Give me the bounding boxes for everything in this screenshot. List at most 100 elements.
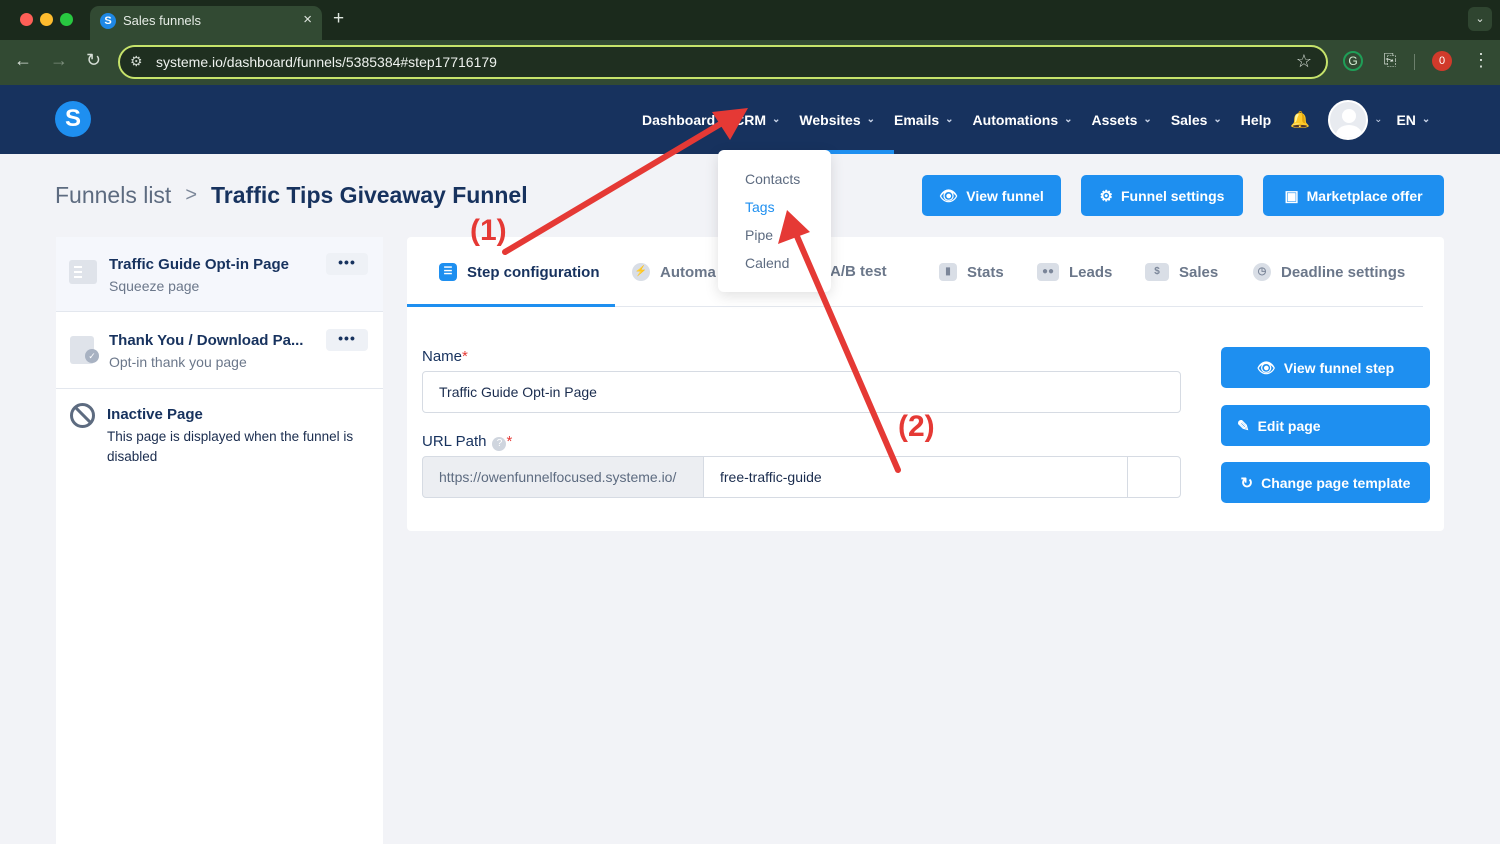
tab-label: A/B test [830, 263, 887, 280]
maximize-window-button[interactable] [60, 13, 73, 26]
new-tab-button[interactable]: + [333, 8, 344, 30]
eye-icon: 👁 [939, 187, 959, 205]
url-text[interactable]: systeme.io/dashboard/funnels/5385384#ste… [156, 54, 497, 70]
back-arrow-icon[interactable]: ← [14, 50, 32, 71]
nav-assets[interactable]: Assets ⌄ [1092, 112, 1152, 128]
tab-search-chevron-icon[interactable]: ⌄ [1468, 7, 1492, 31]
nav-help-label: Help [1240, 111, 1272, 128]
menu-item-tags[interactable]: Tags [745, 199, 775, 215]
nav-emails[interactable]: Emails ⌄ [894, 112, 954, 128]
sidebar-item-subtitle-2: disabled [107, 449, 158, 464]
marketplace-offer-button[interactable]: ▣ Marketplace offer [1263, 175, 1444, 216]
dollar-icon: $ [1145, 263, 1169, 281]
systeme-logo[interactable]: S [55, 101, 91, 137]
funnel-settings-button[interactable]: ⚙ Funnel settings [1081, 175, 1243, 216]
name-label: Name* [422, 348, 468, 365]
avatar[interactable] [1328, 99, 1369, 140]
url-prefix: https://owenfunnelfocused.systeme.io/ [422, 456, 704, 498]
more-options-button[interactable]: ••• [326, 253, 368, 275]
tab-label: Leads [1069, 263, 1113, 281]
users-icon: ●● [1037, 263, 1059, 281]
tab-label: Automa [660, 263, 716, 281]
page-title: Traffic Tips Giveaway Funnel [211, 182, 528, 208]
app-header: S Dashboard CRM ⌄ Websites ⌄ Emails ⌄ Autom… [0, 85, 1500, 154]
edit-page-label: Edit page [1257, 417, 1321, 434]
tab-label: Deadline settings [1281, 263, 1406, 281]
sidebar-item-thank-you-page[interactable]: ✓ Thank You / Download Pa... Opt-in than… [56, 312, 383, 388]
nav-websites[interactable]: Websites ⌄ [799, 112, 875, 128]
tab-automation[interactable]: ⚡ Automa [632, 263, 716, 281]
tab-stats[interactable]: ▮ Stats [939, 263, 1004, 281]
browser-tab[interactable]: S Sales funnels × [90, 6, 322, 40]
close-window-button[interactable] [20, 13, 33, 26]
tab-ab-test[interactable]: A/B test [830, 263, 887, 280]
check-badge-icon: ✓ [85, 349, 99, 363]
sidebar-item-subtitle: This page is displayed when the funnel i… [107, 429, 354, 444]
url-path-input[interactable]: free-traffic-guide [703, 456, 1128, 498]
nav-assets-label: Assets [1091, 111, 1138, 128]
sidebar-item-opt-in-page[interactable]: Traffic Guide Opt-in Page Squeeze page •… [56, 237, 383, 311]
chevron-down-icon: ⌄ [1064, 114, 1073, 125]
clock-icon: ◷ [1253, 263, 1271, 281]
nav-crm[interactable]: CRM ⌄ [734, 112, 780, 128]
address-bar[interactable]: ⚙ systeme.io/dashboard/funnels/5385384#s… [118, 45, 1328, 79]
nav-sales[interactable]: Sales ⌄ [1171, 112, 1222, 128]
site-info-icon[interactable]: ⚙ [130, 53, 143, 70]
chevron-down-icon: ⌄ [1143, 114, 1152, 125]
grammarly-extension-icon[interactable]: G [1343, 51, 1363, 71]
tab-leads[interactable]: ●● Leads [1037, 263, 1112, 281]
tag-icon: ▣ [1284, 187, 1299, 205]
lightning-icon: ⚡ [632, 263, 650, 281]
url-path-label-text: URL Path [422, 433, 487, 450]
sidebar-item-inactive-page[interactable]: Inactive Page This page is displayed whe… [56, 389, 383, 479]
sidebar-item-subtitle: Squeeze page [109, 278, 200, 294]
menu-item-pipelines[interactable]: Pipe [745, 227, 773, 243]
close-tab-icon[interactable]: × [303, 11, 312, 28]
chevron-down-icon: ⌄ [1213, 114, 1222, 125]
nav-emails-label: Emails [894, 111, 940, 128]
minimize-window-button[interactable] [40, 13, 53, 26]
browser-tab-title: Sales funnels [123, 13, 202, 28]
reload-icon[interactable]: ↻ [86, 50, 101, 71]
notifications-bell-icon[interactable]: 🔔 [1290, 110, 1310, 130]
extensions-puzzle-icon[interactable]: ⎘ [1380, 51, 1400, 71]
browser-toolbar: ← → ↻ ⚙ systeme.io/dashboard/funnels/538… [0, 40, 1500, 85]
step-config-card: ☰ Step configuration ⚡ Automa A/B test ▮ St… [407, 237, 1444, 531]
nav-help[interactable]: Help [1241, 112, 1271, 128]
nav-crm-label: CRM [734, 111, 767, 128]
view-funnel-button[interactable]: 👁 View funnel [922, 175, 1061, 216]
name-input[interactable]: Traffic Guide Opt-in Page [422, 371, 1181, 413]
nav-dashboard[interactable]: Dashboard [642, 112, 715, 128]
sidebar-item-subtitle: Opt-in thank you page [109, 354, 247, 370]
change-page-template-button[interactable]: ↻ Change page template [1221, 462, 1430, 503]
nav-automations[interactable]: Automations ⌄ [973, 112, 1073, 128]
browser-menu-icon[interactable]: ⋮ [1472, 50, 1490, 71]
bookmark-star-icon[interactable]: ☆ [1296, 51, 1312, 72]
thank-you-page-icon: ✓ [70, 336, 99, 364]
tab-sales[interactable]: $ Sales [1145, 263, 1218, 281]
tab-label: Stats [967, 263, 1004, 281]
menu-item-calendar[interactable]: Calend [745, 255, 789, 271]
funnel-settings-label: Funnel settings [1121, 187, 1225, 204]
menu-item-contacts[interactable]: Contacts [745, 171, 800, 187]
extension-badge-icon[interactable]: 0 [1432, 51, 1452, 71]
view-funnel-step-button[interactable]: 👁 View funnel step [1221, 347, 1430, 388]
systeme-favicon-icon: S [100, 13, 116, 29]
more-options-button[interactable]: ••• [326, 329, 368, 351]
forward-arrow-icon[interactable]: → [50, 50, 68, 71]
tab-deadline-settings[interactable]: ◷ Deadline settings [1253, 263, 1405, 281]
gear-icon: ⚙ [1099, 187, 1113, 205]
help-icon[interactable]: ? [492, 437, 507, 451]
breadcrumb-funnels-list[interactable]: Funnels list [55, 182, 171, 209]
refresh-icon: ↻ [1240, 474, 1254, 492]
sliders-icon: ☰ [439, 263, 457, 281]
sidebar-item-title: Thank You / Download Pa... [109, 332, 304, 349]
tab-active-indicator [407, 304, 615, 307]
tab-step-configuration[interactable]: ☰ Step configuration [439, 263, 600, 281]
annotation-label-1: (1) [470, 214, 507, 247]
edit-page-button[interactable]: ✎ Edit page [1221, 405, 1430, 446]
crm-dropdown-menu: Contacts Tags Pipe Calend [718, 150, 831, 292]
language-selector[interactable]: EN ⌄ [1396, 112, 1430, 128]
account-chevron-down-icon[interactable]: ⌄ [1374, 114, 1382, 125]
chevron-down-icon: ⌄ [1421, 114, 1431, 125]
